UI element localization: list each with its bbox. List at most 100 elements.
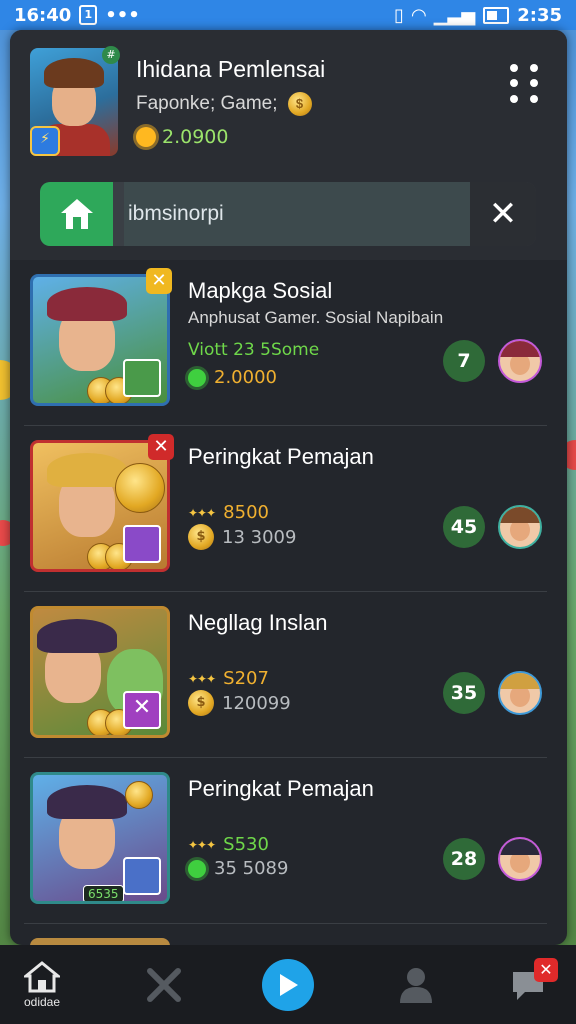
status-bar: 16:40 1 ••• ▯ ◠ ▁▃▅ 2:35 <box>0 0 576 30</box>
wifi-icon: ◠ <box>411 4 426 26</box>
main-panel: ⚡ # Ihidana Pemlensai Faponke; Game; $ 2… <box>10 30 567 945</box>
rank-badge: 7 <box>443 340 485 382</box>
nav-chat[interactable] <box>498 945 558 1024</box>
item-stat: $ 120099 <box>188 690 291 716</box>
close-badge-icon[interactable]: ✕ <box>146 268 172 294</box>
item-stat-value: 120099 <box>222 692 291 714</box>
thumb-label: 6535 <box>83 885 124 901</box>
avatar-hair <box>500 507 540 523</box>
menu-dot <box>530 94 538 103</box>
profile-coins-value: 2.0900 <box>162 126 229 148</box>
nav-profile[interactable] <box>386 945 446 1024</box>
mini-avatar <box>123 525 161 563</box>
person-icon <box>400 967 432 1003</box>
menu-dot <box>510 79 518 88</box>
nav-home[interactable]: odidae <box>12 945 72 1024</box>
swords-icon <box>147 967 181 1002</box>
search-input[interactable]: ibmsinorpi <box>124 182 473 246</box>
play-button[interactable] <box>262 958 314 1011</box>
game-thumbnail: 6535 <box>30 772 170 904</box>
nav-play[interactable] <box>258 945 318 1024</box>
avatar-hair <box>44 58 104 88</box>
thumb-hair <box>47 287 127 321</box>
stars-icon: ✦✦✦ <box>188 837 216 852</box>
status-more-dots: ••• <box>105 4 140 26</box>
game-thumbnail: ✕ <box>30 606 170 738</box>
item-title: Negllag Inslan <box>188 610 328 635</box>
item-stat: ✦✦✦ 8500 <box>188 502 269 523</box>
avatar-hair <box>500 673 540 689</box>
list-item[interactable]: ✕ Peringkat Pemajan ✦✦✦ 8500 $ 13 3009 4… <box>10 426 567 592</box>
list-item[interactable]: ✕ Mapkga Sosial Anphusat Gamer. Sosial N… <box>10 260 567 426</box>
search-bar: ibmsinorpi ✕ <box>40 182 536 246</box>
profile-subtitle: Faponke; Game; $ <box>136 92 312 116</box>
mini-avatar <box>123 857 161 895</box>
notification-badge[interactable]: ✕ <box>534 958 558 982</box>
home-icon <box>24 960 60 992</box>
player-avatar[interactable] <box>498 505 542 549</box>
lightning-badge-icon: ⚡ <box>30 126 60 156</box>
close-search-button[interactable]: ✕ <box>470 182 536 246</box>
item-stat-value: 35 5089 <box>214 858 289 879</box>
item-stat: 2.0000 <box>188 367 277 388</box>
menu-dot <box>530 79 538 88</box>
profile-coins: 2.0900 <box>136 126 228 148</box>
list-item[interactable]: 6535 Peringkat Pemajan ✦✦✦ S530 35 5089 … <box>10 758 567 924</box>
list-item[interactable]: ✕ Negllag Inslan ✦✦✦ S207 $ 120099 35 <box>10 592 567 758</box>
item-stat: ✦✦✦ S530 <box>188 834 269 855</box>
mini-avatar <box>123 359 161 397</box>
coin-icon: $ <box>287 92 312 116</box>
rank-badge: 35 <box>443 672 485 714</box>
home-button[interactable] <box>40 182 113 246</box>
profile-title: Ihidana Pemlensai <box>136 56 326 82</box>
list-item-partial <box>10 924 567 945</box>
item-stat: $ 13 3009 <box>188 524 296 550</box>
stars-icon: ✦✦✦ <box>188 671 216 686</box>
player-avatar[interactable] <box>498 671 542 715</box>
close-square-icon: ✕ <box>123 691 161 729</box>
game-thumbnail <box>30 440 170 572</box>
battery-icon <box>483 6 510 24</box>
rank-badge: 28 <box>443 838 485 880</box>
item-stat: ✦✦✦ S207 <box>188 668 269 689</box>
status-time-left: 16:40 <box>14 4 72 26</box>
thumb-hair <box>47 785 127 819</box>
stars-icon: ✦✦✦ <box>188 505 216 520</box>
close-badge-icon[interactable]: ✕ <box>148 434 174 460</box>
status-time-right: 2:35 <box>517 4 562 26</box>
item-stat-value: S207 <box>223 668 269 689</box>
profile-subtitle-text: Faponke; Game; <box>136 93 278 114</box>
item-highlight: Viott 23 5Some <box>188 340 320 360</box>
item-stat-value: 13 3009 <box>222 526 297 548</box>
sun-icon <box>136 127 156 147</box>
player-avatar[interactable] <box>498 339 542 383</box>
coin-icon: $ <box>188 690 214 716</box>
bottom-navigation: odidae <box>0 945 576 1024</box>
burst-icon <box>188 368 206 387</box>
item-subtitle: Anphusat Gamer. Sosial Napibain <box>188 308 444 327</box>
coin-icon: $ <box>188 524 214 550</box>
rank-badge: 45 <box>443 506 485 548</box>
burst-icon <box>188 859 206 878</box>
player-avatar[interactable] <box>498 837 542 881</box>
item-title: Peringkat Pemajan <box>188 444 374 469</box>
home-icon <box>60 199 93 229</box>
menu-dot <box>510 94 518 103</box>
item-stat-value: 8500 <box>223 502 269 523</box>
item-stat-value: 2.0000 <box>214 367 277 388</box>
item-title: Peringkat Pemajan <box>188 776 374 801</box>
profile-header: ⚡ # Ihidana Pemlensai Faponke; Game; $ 2… <box>10 30 567 260</box>
avatar-hair <box>500 341 540 357</box>
signal-icon: ▁▃▅ <box>433 4 476 26</box>
item-stat-value: S530 <box>223 834 269 855</box>
item-stat: 35 5089 <box>188 858 288 879</box>
thumb-hair <box>37 619 117 653</box>
avatar-hair <box>500 839 540 855</box>
status-icon-box: 1 <box>79 5 98 25</box>
nav-home-label: odidae <box>23 994 61 1009</box>
nav-battle[interactable] <box>134 945 194 1024</box>
more-menu-button[interactable] <box>510 64 542 104</box>
partial-thumbnail <box>30 938 170 945</box>
coin-icon <box>125 781 153 809</box>
play-icon <box>280 973 298 996</box>
